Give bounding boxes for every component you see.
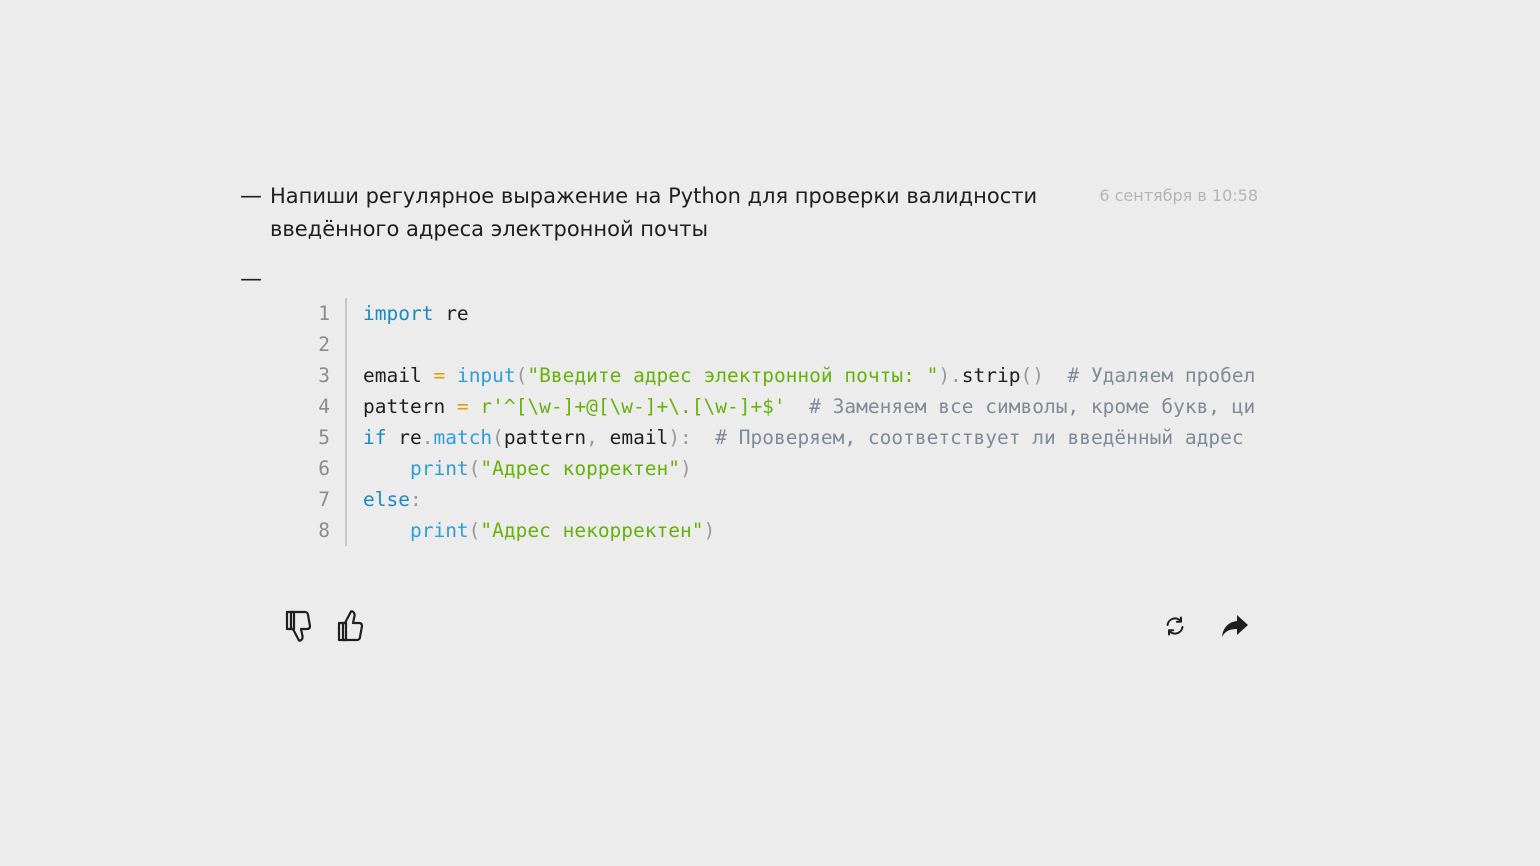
code-line: if re.match(pattern, email): # Проверяем…: [363, 422, 1258, 453]
code-token: (: [468, 519, 481, 542]
regenerate-button[interactable]: [1156, 606, 1194, 646]
code-token: ).: [938, 364, 962, 387]
code-token: =: [433, 364, 446, 387]
user-message-text: Напиши регулярное выражение на Python дл…: [270, 184, 1038, 241]
code-token: ,: [586, 426, 610, 449]
thumbs-down-icon: [285, 610, 312, 642]
code-token: pattern: [503, 426, 587, 449]
code-token: ): [703, 519, 716, 542]
code-token: match: [433, 426, 493, 449]
user-message: — Напиши регулярное выражение на Python …: [240, 180, 1260, 246]
code-token: r'^[\w-]+@[\w-]+\.[\w-]+$': [480, 395, 786, 418]
message-actions: [278, 606, 1258, 646]
code-token: # Удаляем пробел: [1043, 364, 1256, 387]
code-line: else:: [363, 484, 1258, 515]
code-token: print: [409, 457, 469, 480]
code-line-number: 2: [318, 333, 330, 356]
assistant-answer: — 12345678 import re email = input("Введи…: [240, 268, 1260, 546]
code-token: (: [468, 457, 481, 480]
code-token: ):: [668, 426, 692, 449]
code-token: :: [409, 488, 422, 511]
code-token: "Адрес корректен": [480, 457, 681, 480]
like-button[interactable]: [330, 606, 368, 646]
share-button[interactable]: [1216, 606, 1254, 646]
code-line-number: 8: [318, 519, 330, 542]
code-line-number: 7: [318, 488, 330, 511]
code-line: print("Адрес некорректен"): [363, 515, 1258, 546]
code-line-number: 3: [318, 364, 330, 387]
code-token: input: [456, 364, 516, 387]
code-line: print("Адрес корректен"): [363, 453, 1258, 484]
code-lines: import re email = input("Введите адрес эл…: [347, 298, 1258, 546]
code-token: pattern: [363, 395, 457, 418]
code-token: (: [492, 426, 504, 449]
code-line: email = input("Введите адрес электронной…: [363, 360, 1258, 391]
code-line: import re: [363, 298, 1258, 329]
code-line-number: 4: [318, 395, 330, 418]
refresh-icon: [1166, 616, 1184, 636]
code-token: import: [363, 302, 434, 325]
message-dash: —: [240, 184, 262, 209]
thumbs-up-icon: [337, 610, 364, 642]
code-token: =: [456, 395, 469, 418]
code-token: if: [363, 426, 387, 449]
chat-thread: — Напиши регулярное выражение на Python …: [240, 180, 1260, 546]
code-line-number: 6: [318, 457, 330, 480]
code-token: re: [433, 302, 469, 325]
share-arrow-icon: [1222, 615, 1248, 637]
code-token: .: [421, 426, 434, 449]
code-line-number: 1: [318, 302, 330, 325]
message-timestamp: 6 сентября в 10:58: [1099, 186, 1258, 205]
code-token: (): [1020, 364, 1044, 387]
dislike-button[interactable]: [278, 606, 316, 646]
code-token: (: [515, 364, 528, 387]
code-token: ): [680, 457, 692, 480]
code-token: print: [409, 519, 469, 542]
answer-dash: —: [240, 267, 262, 292]
code-token: email: [609, 426, 669, 449]
code-line-number: 5: [318, 426, 330, 449]
code-line-numbers: 1 2 3 4 5 6 7 8: [270, 298, 347, 546]
code-token: # Проверяем, соответствует ли введённый …: [691, 426, 1244, 449]
code-token: strip: [961, 364, 1021, 387]
code-token: "Адрес некорректен": [480, 519, 704, 542]
code-token: email: [363, 364, 434, 387]
code-token: "Введите адрес электронной почты: ": [527, 364, 939, 387]
code-line: pattern = r'^[\w-]+@[\w-]+\.[\w-]+$' # З…: [363, 391, 1258, 422]
code-token: # Заменяем все символы, кроме букв, ци: [785, 395, 1256, 418]
code-token: else: [363, 488, 410, 511]
code-token: re: [386, 426, 422, 449]
code-block: 12345678 import re email = input("Введите…: [270, 298, 1260, 546]
